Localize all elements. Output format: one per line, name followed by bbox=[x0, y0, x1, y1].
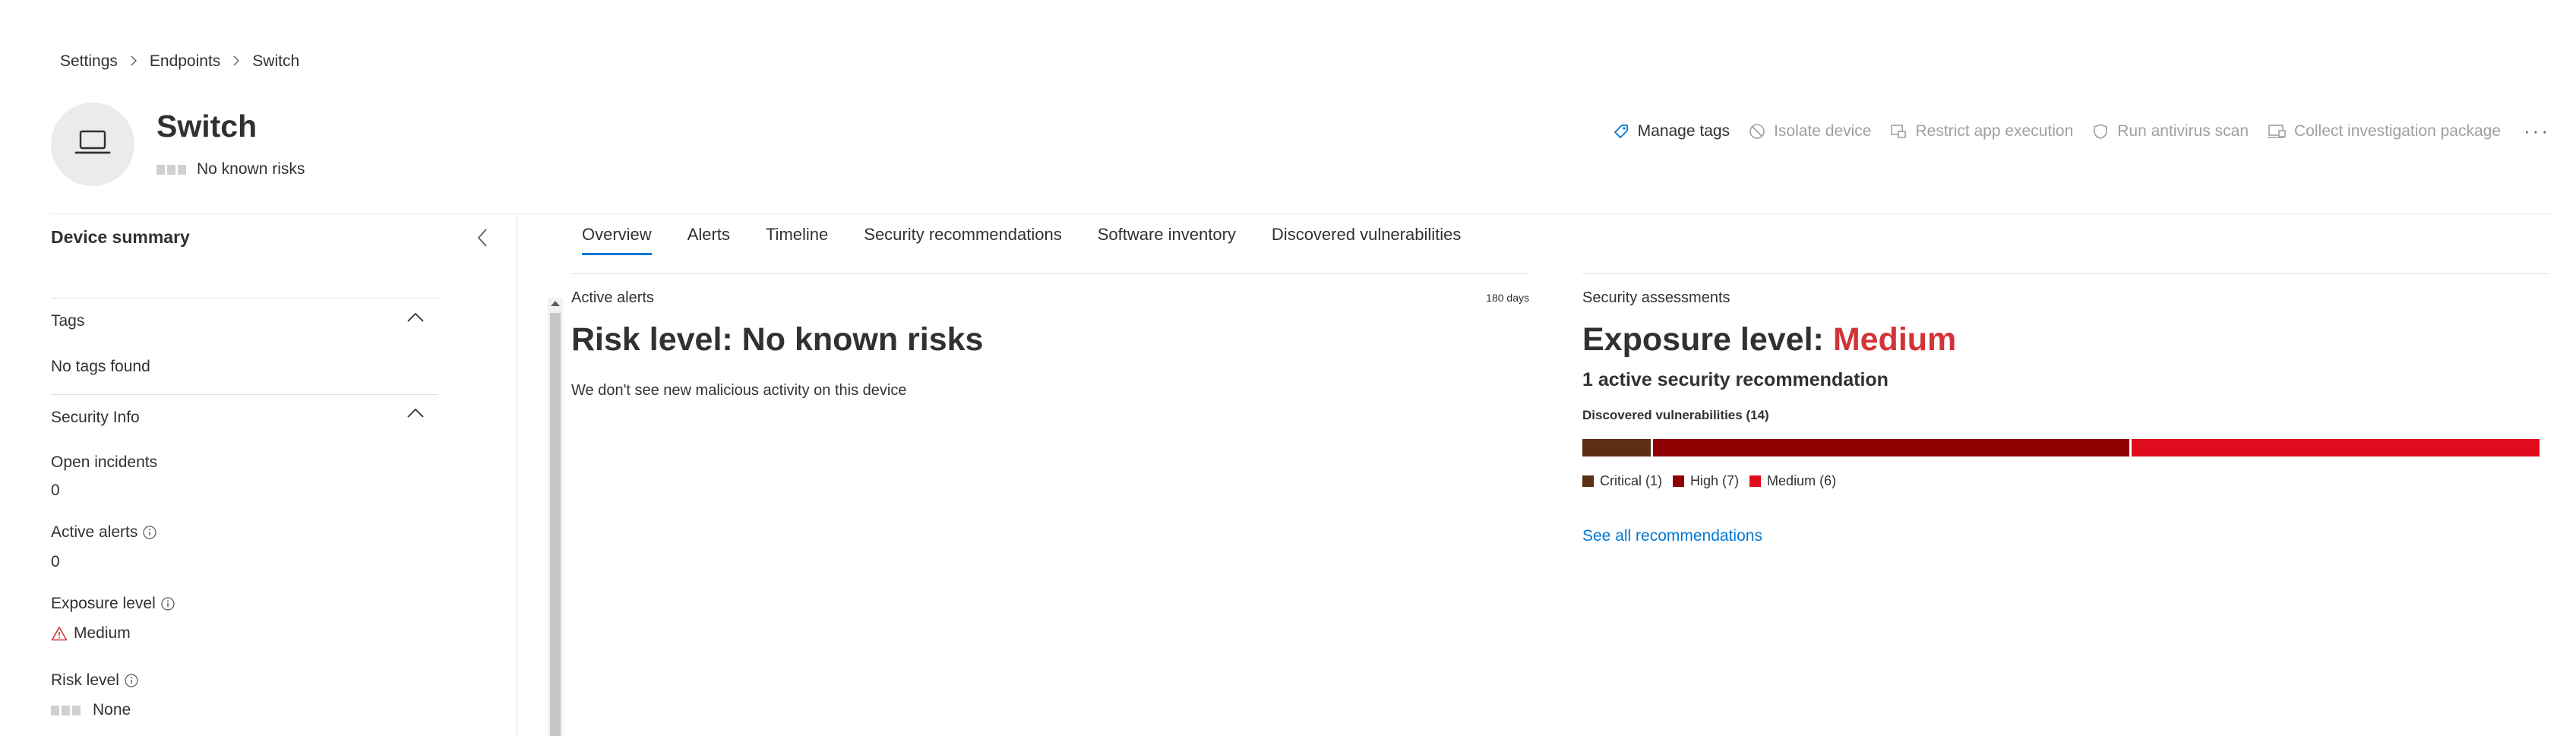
security-assessments-label: Security assessments bbox=[1582, 289, 1731, 306]
risk-level-bars-icon bbox=[156, 164, 186, 175]
run-antivirus-scan-button[interactable]: Run antivirus scan bbox=[2091, 122, 2249, 141]
package-icon bbox=[2267, 122, 2287, 141]
info-icon[interactable] bbox=[142, 525, 157, 540]
collapse-panel-button[interactable] bbox=[476, 228, 488, 251]
manage-tags-button[interactable]: Manage tags bbox=[1612, 122, 1730, 141]
legend-item: High (7) bbox=[1673, 473, 1739, 489]
device-avatar bbox=[51, 103, 134, 186]
active-alerts-value: 0 bbox=[51, 553, 60, 570]
vulnerability-segment-2 bbox=[2129, 439, 2540, 456]
tab-alerts[interactable]: Alerts bbox=[687, 225, 730, 255]
breadcrumb-settings[interactable]: Settings bbox=[60, 52, 118, 71]
alerts-period: 180 days bbox=[1486, 292, 1529, 304]
chevron-right-icon bbox=[130, 54, 137, 70]
exposure-level-label: Exposure level bbox=[51, 595, 175, 613]
device-action-bar: Manage tags Isolate device Restrict app … bbox=[1594, 119, 2550, 143]
card-divider bbox=[1582, 273, 2550, 274]
discovered-vulnerabilities-label: Discovered vulnerabilities (14) bbox=[1582, 408, 1769, 422]
active-recommendation-count: 1 active security recommendation bbox=[1582, 369, 1889, 390]
device-risk-status: No known risks bbox=[156, 160, 305, 178]
scrollbar-thumb[interactable] bbox=[550, 313, 561, 736]
alerts-description: We don't see new malicious activity on t… bbox=[571, 382, 907, 399]
shield-icon bbox=[2091, 122, 2110, 141]
device-summary-title: Device summary bbox=[51, 227, 190, 247]
vulnerability-segment-1 bbox=[1650, 439, 2129, 456]
active-alerts-card-label: Active alerts bbox=[571, 289, 654, 306]
active-alerts-label: Active alerts bbox=[51, 523, 157, 542]
tags-section-title[interactable]: Tags bbox=[51, 312, 84, 330]
info-icon[interactable] bbox=[160, 596, 175, 611]
legend-item: Medium (6) bbox=[1749, 473, 1836, 489]
exposure-level-value: Medium bbox=[51, 624, 131, 643]
vulnerability-legend: Critical (1) High (7) Medium (6) bbox=[1582, 473, 1847, 489]
sidebar-scrollbar[interactable] bbox=[548, 298, 563, 736]
vulnerability-segment-0 bbox=[1582, 439, 1651, 456]
warning-icon bbox=[51, 626, 68, 641]
breadcrumb: Settings Endpoints Switch bbox=[60, 52, 299, 71]
legend-item: Critical (1) bbox=[1582, 473, 1662, 489]
scroll-up-arrow-icon[interactable] bbox=[551, 301, 560, 306]
device-risk-text: No known risks bbox=[197, 160, 305, 178]
legend-label: High (7) bbox=[1690, 473, 1740, 488]
breadcrumb-switch: Switch bbox=[252, 52, 300, 70]
no-tags-text: No tags found bbox=[51, 358, 150, 375]
restrict-app-icon bbox=[1889, 122, 1908, 141]
breadcrumb-endpoints[interactable]: Endpoints bbox=[150, 52, 220, 71]
card-divider bbox=[571, 273, 1529, 274]
risk-level-heading: Risk level: No known risks bbox=[571, 321, 984, 358]
collect-investigation-package-button[interactable]: Collect investigation package bbox=[2267, 122, 2501, 141]
tab-timeline[interactable]: Timeline bbox=[766, 225, 828, 255]
legend-label: Medium (6) bbox=[1767, 473, 1837, 488]
restrict-app-execution-button[interactable]: Restrict app execution bbox=[1889, 122, 2073, 141]
risk-level-bars-icon bbox=[51, 705, 81, 715]
device-tabs: Overview Alerts Timeline Security recomm… bbox=[582, 225, 1497, 255]
see-all-recommendations-link[interactable]: See all recommendations bbox=[1582, 527, 1762, 545]
legend-swatch bbox=[1749, 475, 1762, 487]
legend-swatch bbox=[1673, 475, 1685, 487]
info-icon[interactable] bbox=[124, 673, 139, 688]
legend-label: Critical (1) bbox=[1600, 473, 1663, 488]
risk-level-label: Risk level bbox=[51, 671, 139, 690]
tab-discovered-vulnerabilities[interactable]: Discovered vulnerabilities bbox=[1272, 225, 1461, 255]
chevron-up-icon[interactable] bbox=[406, 311, 425, 327]
chevron-up-icon[interactable] bbox=[406, 407, 425, 423]
exposure-level-heading: Exposure level: Medium bbox=[1582, 321, 1957, 358]
chevron-right-icon bbox=[232, 54, 240, 70]
tab-overview[interactable]: Overview bbox=[582, 225, 652, 255]
tab-security-recommendations[interactable]: Security recommendations bbox=[864, 225, 1061, 255]
section-divider bbox=[51, 298, 438, 299]
section-divider bbox=[51, 394, 438, 395]
security-info-section-title[interactable]: Security Info bbox=[51, 409, 140, 427]
risk-level-value: None bbox=[51, 701, 131, 719]
chevron-left-icon bbox=[476, 229, 488, 251]
vulnerability-severity-bar bbox=[1582, 439, 2540, 456]
open-incidents-label: Open incidents bbox=[51, 453, 158, 471]
tag-icon bbox=[1612, 122, 1630, 141]
isolate-device-button[interactable]: Isolate device bbox=[1748, 122, 1871, 141]
open-incidents-value: 0 bbox=[51, 482, 60, 499]
tab-software-inventory[interactable]: Software inventory bbox=[1098, 225, 1236, 255]
laptop-icon bbox=[74, 129, 111, 160]
more-actions-button[interactable]: ··· bbox=[2524, 119, 2550, 143]
device-title: Switch bbox=[156, 109, 258, 144]
device-summary-panel: Device summary Tags No tags found Securi… bbox=[51, 214, 563, 736]
block-icon bbox=[1748, 122, 1766, 141]
exposure-level-heading-value: Medium bbox=[1832, 321, 1957, 358]
legend-swatch bbox=[1582, 475, 1594, 487]
